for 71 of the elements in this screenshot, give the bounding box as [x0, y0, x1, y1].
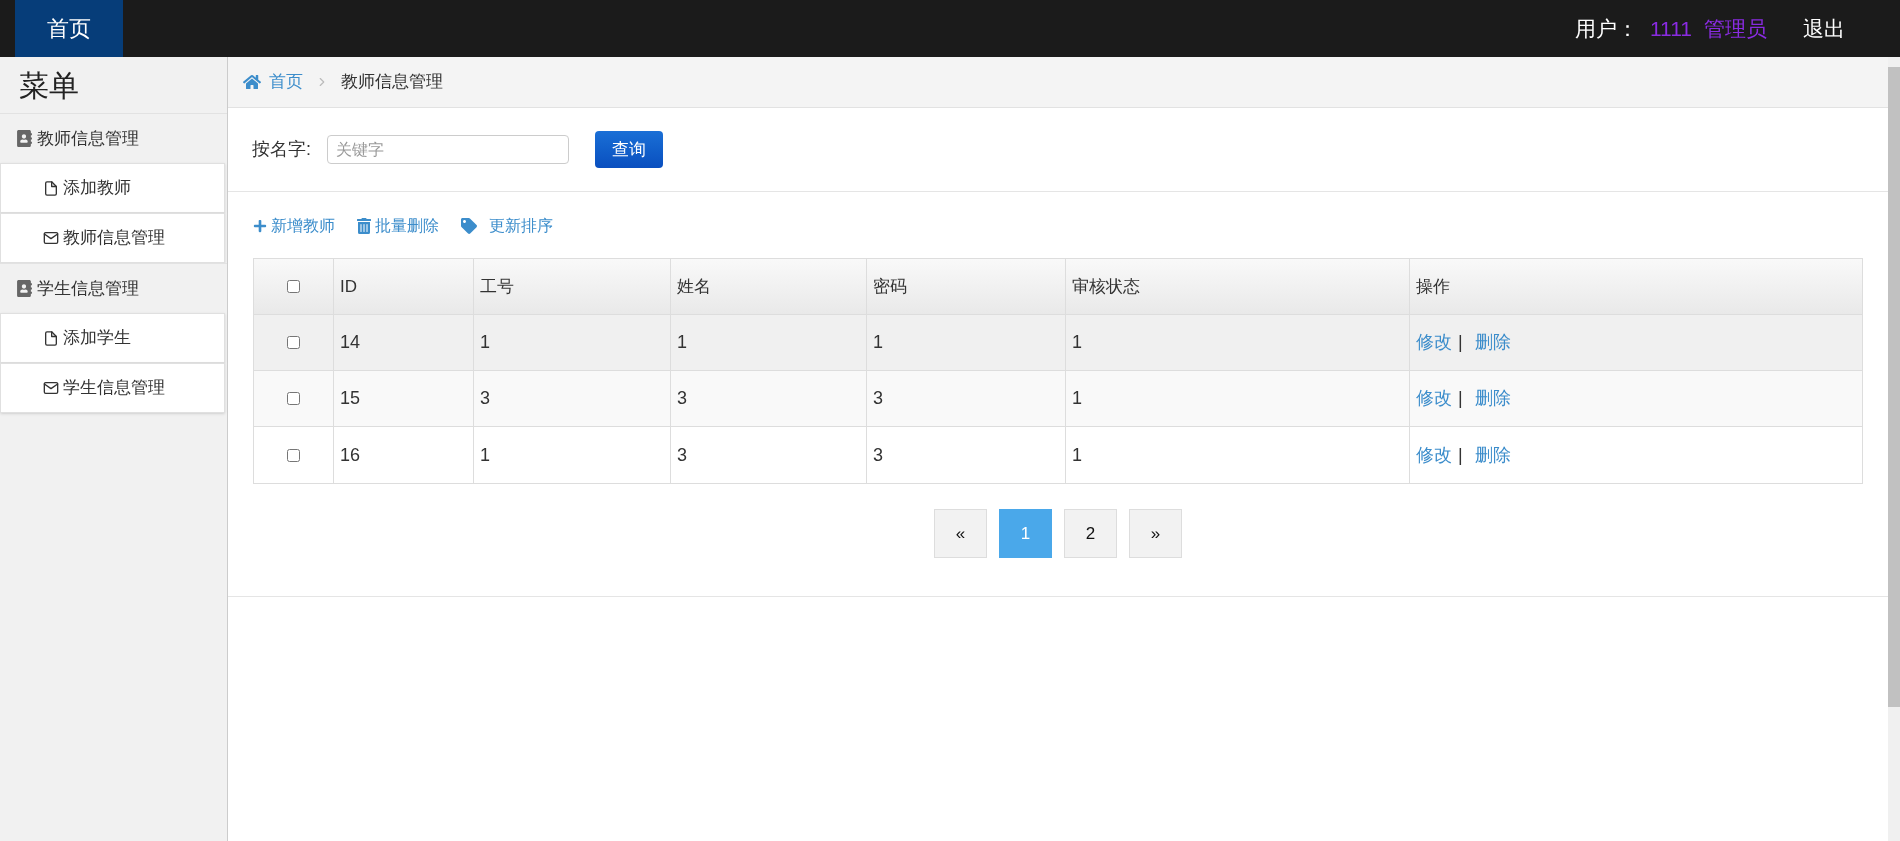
user-label: 用户：	[1574, 15, 1638, 42]
column-header: 姓名	[671, 259, 867, 314]
contact-card-icon	[16, 280, 33, 297]
sidebar-item-label: 添加教师	[63, 177, 131, 200]
column-header: 工号	[474, 259, 671, 314]
page-button[interactable]: »	[1129, 509, 1182, 558]
sidebar-item[interactable]: 教师信息管理	[0, 213, 225, 263]
separator: |	[1458, 387, 1463, 410]
sidebar-item-label: 添加学生	[63, 327, 131, 350]
table-cell: 1	[671, 315, 867, 370]
table-cell: 1	[1066, 371, 1410, 426]
action-link[interactable]: 修改	[1416, 441, 1452, 469]
home-icon	[243, 73, 261, 91]
table-cell: 1	[1066, 315, 1410, 370]
user-id: 1111	[1649, 15, 1692, 42]
logout-link[interactable]: 退出	[1803, 12, 1845, 45]
breadcrumb-current: 教师信息管理	[341, 71, 443, 94]
action-link[interactable]: 删除	[1474, 329, 1511, 356]
page-button[interactable]: «	[934, 509, 987, 558]
trash-icon	[357, 218, 371, 234]
column-header: 操作	[1415, 275, 1451, 298]
row-checkbox[interactable]	[287, 336, 300, 349]
table-cell: 3	[474, 371, 671, 426]
row-checkbox[interactable]	[287, 448, 300, 462]
table-cell: 3	[867, 427, 1066, 483]
toolbar-link[interactable]: 更新排序	[461, 214, 553, 238]
table-cell: 14	[334, 315, 474, 370]
search-button[interactable]: 查询	[595, 131, 663, 168]
mail-icon	[43, 380, 59, 396]
search-field[interactable]: 关键字	[327, 135, 569, 164]
column-header: ID	[334, 259, 474, 314]
file-icon	[43, 329, 59, 347]
toolbar-link[interactable]: 批量删除	[357, 214, 439, 238]
column-header: 审核状态	[1066, 259, 1410, 314]
table-cell: 1	[1066, 427, 1410, 483]
action-link[interactable]: 修改	[1416, 385, 1452, 412]
separator: |	[1458, 331, 1463, 354]
select-all-checkbox[interactable]	[287, 280, 300, 293]
row-checkbox[interactable]	[287, 392, 300, 405]
sidebar-title: 菜单	[18, 67, 80, 104]
table-cell: 15	[334, 371, 474, 426]
sidebar-group-label: 学生信息管理	[37, 277, 139, 300]
sidebar-item-label: 教师信息管理	[63, 227, 165, 250]
home-tab[interactable]: 首页	[15, 0, 123, 57]
search-label: 按名字:	[252, 138, 311, 161]
action-link[interactable]: 删除	[1474, 385, 1511, 412]
table-cell: 3	[867, 371, 1066, 426]
mail-icon	[43, 230, 59, 246]
table-cell: 16	[334, 427, 474, 483]
separator: |	[1458, 443, 1463, 467]
contact-card-icon	[16, 130, 33, 147]
sidebar-item[interactable]: 添加教师	[0, 163, 225, 213]
sidebar-group-label: 教师信息管理	[37, 127, 139, 150]
toolbar-link[interactable]: 新增教师	[253, 214, 335, 238]
breadcrumb-home-link[interactable]: 首页	[269, 69, 303, 95]
table-cell: 3	[671, 371, 867, 426]
table-cell: 1	[474, 427, 671, 483]
table-cell: 1	[867, 315, 1066, 370]
sidebar-item[interactable]: 学生信息管理	[0, 363, 225, 413]
tag-icon	[461, 218, 477, 234]
column-header: 密码	[867, 259, 1066, 314]
table-cell: 1	[474, 315, 671, 370]
plus-icon	[253, 219, 267, 233]
file-icon	[43, 179, 59, 197]
sidebar-item[interactable]: 添加学生	[0, 313, 225, 363]
action-link[interactable]: 修改	[1416, 329, 1452, 356]
user-role: 管理员	[1704, 15, 1767, 42]
action-link[interactable]: 删除	[1474, 441, 1511, 469]
table-cell: 3	[671, 427, 867, 483]
sidebar-item-label: 学生信息管理	[63, 377, 165, 400]
page-button[interactable]: 2	[1064, 509, 1117, 558]
